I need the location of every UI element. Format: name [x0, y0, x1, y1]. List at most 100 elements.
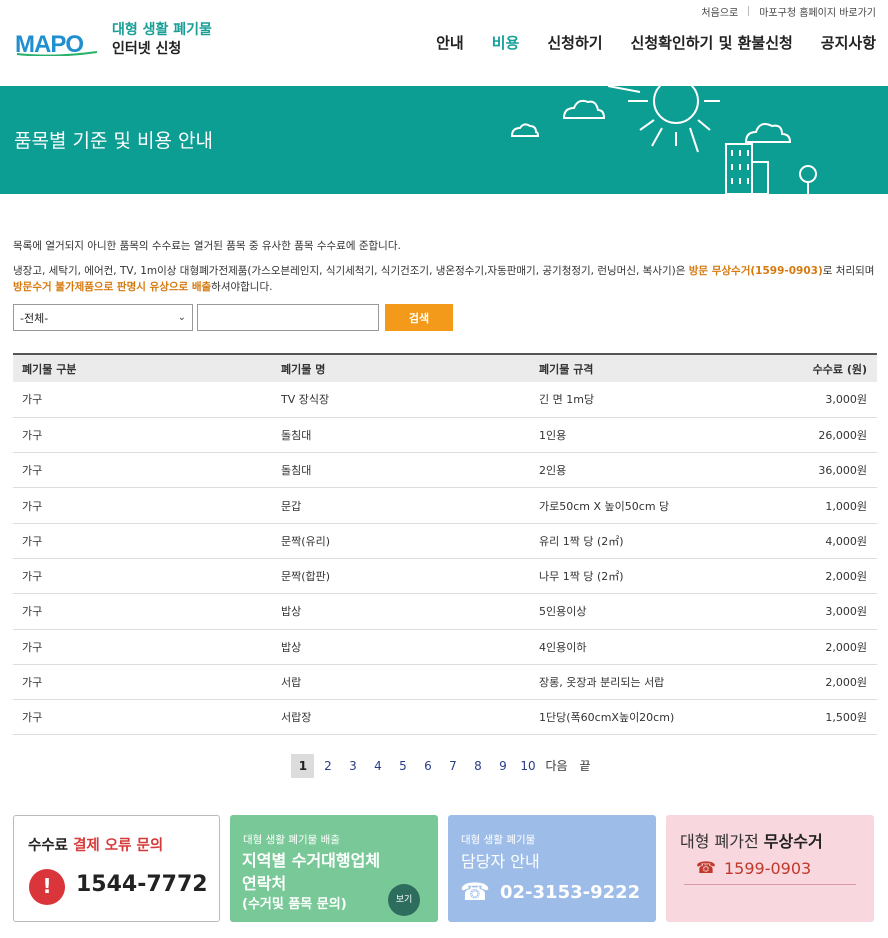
payment-error-phone: 1544-7772	[76, 872, 208, 897]
page-link-2[interactable]: 2	[316, 754, 339, 778]
page-next-link[interactable]: 다음	[541, 754, 571, 778]
cell-fee: 2,000원	[747, 629, 877, 665]
free-pickup-highlight: 방문 무상수거(1599-0903)	[688, 265, 823, 277]
table-row: 가구 밥상 5인용이상 3,000원	[13, 593, 877, 630]
col-header-name: 폐기물 명	[281, 362, 326, 376]
divider	[684, 884, 856, 885]
staff-contact-box[interactable]: 대형 생활 폐기물 담당자 안내 ☎ 02-3153-9222	[448, 815, 656, 922]
cell-spec: 긴 면 1m당	[530, 382, 747, 418]
page-link-8[interactable]: 8	[466, 754, 489, 778]
cell-category: 가구	[13, 629, 272, 665]
cell-name: 밥상	[272, 629, 530, 665]
logo-text[interactable]: 대형 생활 폐기물 인터넷 신청	[112, 21, 212, 59]
nav-item-apply[interactable]: 신청하기	[547, 32, 602, 53]
cell-name: 돌침대	[272, 452, 530, 489]
table-row: 가구 서랍 장롱, 옷장과 분리되는 서랍 2,000원	[13, 664, 877, 701]
page-link-3[interactable]: 3	[341, 754, 364, 778]
page-link-10[interactable]: 10	[516, 754, 539, 778]
cell-spec: 1단당(폭60cmX높이20cm)	[530, 699, 747, 736]
cell-fee: 26,000원	[747, 417, 877, 454]
phone-icon: ☎	[696, 858, 716, 877]
page-link-4[interactable]: 4	[366, 754, 389, 778]
staff-subtitle: 대형 생활 폐기물	[461, 834, 536, 846]
table-row: 가구 돌침대 1인용 26,000원	[13, 417, 877, 454]
cell-category: 가구	[13, 523, 272, 559]
regional-contractor-box[interactable]: 대형 생활 폐기물 배출 지역별 수거대행업체 연락처 (수거및 품목 문의) 보…	[230, 815, 438, 922]
nav-item-notice[interactable]: 공지사항	[821, 32, 876, 53]
cell-fee: 4,000원	[747, 523, 877, 559]
cell-fee: 36,000원	[747, 452, 877, 489]
cell-category: 가구	[13, 558, 272, 595]
category-select[interactable]: -전체- ⌄	[13, 304, 193, 331]
page-link-1[interactable]: 1	[291, 754, 315, 778]
table-row: 가구 돌침대 2인용 36,000원	[13, 452, 877, 489]
cell-category: 가구	[13, 452, 272, 489]
table-row: 가구 서랍장 1단당(폭60cmX높이20cm) 1,500원	[13, 699, 877, 736]
free-pickup-note: 냉장고, 세탁기, 에어컨, TV, 1m이상 대형폐가전제품(가스오븐레인지,…	[13, 263, 879, 295]
table-body: 가구 TV 장식장 긴 면 1m당 3,000원 가구 돌침대 1인용 26,000원 가구 돌침…	[13, 382, 877, 736]
cell-category: 가구	[13, 699, 272, 736]
table-row: 가구 TV 장식장 긴 면 1m당 3,000원	[13, 382, 877, 418]
cell-spec: 2인용	[530, 452, 747, 489]
page-banner: 품목별 기준 및 비용 안내	[0, 86, 888, 194]
title-highlight: 결제 오류 문의	[73, 838, 164, 854]
title-line1: 지역별 수거대행업체	[242, 851, 381, 870]
staff-title: 담당자 안내	[461, 852, 540, 871]
cell-fee: 1,500원	[747, 699, 877, 736]
cell-spec: 1인용	[530, 417, 747, 454]
free-pickup-phone: 1599-0903	[724, 859, 812, 878]
nav-item-guide[interactable]: 안내	[436, 32, 464, 53]
col-header-spec: 폐기물 규격	[539, 362, 594, 376]
nav-item-check-refund[interactable]: 신청확인하기 및 환불신청	[631, 32, 793, 53]
search-bar: -전체- ⌄ 검색	[13, 304, 453, 331]
payment-error-inquiry-box[interactable]: 수수료 결제 오류 문의 ! 1544-7772	[13, 815, 220, 922]
payment-error-title: 수수료 결제 오류 문의	[28, 834, 163, 855]
top-utility-links: 처음으로 마포구청 홈페이지 바로가기	[701, 4, 876, 19]
view-button[interactable]: 보기	[388, 884, 420, 916]
contractor-title: 지역별 수거대행업체 연락처	[242, 849, 380, 895]
divider	[748, 6, 750, 16]
page-last-link[interactable]: 끝	[574, 754, 597, 778]
warning-icon: !	[29, 869, 65, 905]
page-link-5[interactable]: 5	[391, 754, 414, 778]
table-row: 가구 문갑 가로50cm X 높이50cm 당 1,000원	[13, 487, 877, 524]
note-text: 하셔야합니다.	[211, 281, 273, 293]
table-row: 가구 문짝(합판) 나무 1짝 당 (2㎡) 2,000원	[13, 558, 877, 595]
chevron-down-icon: ⌄	[177, 312, 186, 323]
mapo-logo[interactable]: MAPO	[15, 30, 99, 56]
cell-name: 문짝(유리)	[272, 523, 530, 559]
page-link-9[interactable]: 9	[491, 754, 514, 778]
cell-fee: 2,000원	[747, 558, 877, 595]
cell-fee: 2,000원	[747, 664, 877, 701]
cell-name: 문갑	[272, 487, 530, 524]
cell-spec: 5인용이상	[530, 593, 747, 630]
cell-category: 가구	[13, 593, 272, 630]
cell-name: 돌침대	[272, 417, 530, 454]
main-nav: 안내 비용 신청하기 신청확인하기 및 환불신청 공지사항	[436, 32, 876, 53]
fee-note: 목록에 열거되지 아니한 품목의 수수료는 열거된 품목 중 유사한 품목 수수…	[13, 240, 401, 252]
search-input[interactable]	[197, 304, 379, 331]
contractor-note: (수거및 품목 문의)	[242, 897, 347, 912]
search-button[interactable]: 검색	[385, 304, 453, 331]
cell-spec: 4인용이하	[530, 629, 747, 665]
cell-category: 가구	[13, 382, 272, 418]
page-title: 품목별 기준 및 비용 안내	[14, 130, 213, 152]
free-pickup-box[interactable]: 대형 폐가전 무상수거 ☎ 1599-0903	[666, 815, 874, 922]
table-row: 가구 문짝(유리) 유리 1짝 당 (2㎡) 4,000원	[13, 523, 877, 559]
cell-name: 서랍	[272, 664, 530, 701]
nav-item-cost[interactable]: 비용	[492, 32, 520, 53]
cell-category: 가구	[13, 487, 272, 524]
mapo-homepage-link[interactable]: 마포구청 홈페이지 바로가기	[759, 4, 876, 19]
cell-name: 문짝(합판)	[272, 558, 530, 595]
page-link-6[interactable]: 6	[416, 754, 439, 778]
cell-spec: 장롱, 옷장과 분리되는 서랍	[530, 664, 747, 701]
category-select-value: -전체-	[20, 311, 49, 325]
cell-name: 밥상	[272, 593, 530, 630]
logo-line1: 대형 생활 폐기물	[112, 22, 212, 38]
col-header-category: 폐기물 구분	[22, 362, 77, 376]
page-link-7[interactable]: 7	[441, 754, 464, 778]
title-highlight: 무상수거	[763, 832, 823, 851]
home-link[interactable]: 처음으로	[701, 4, 738, 19]
header: 처음으로 마포구청 홈페이지 바로가기 MAPO 대형 생활 폐기물 인터넷 신…	[0, 0, 888, 86]
contractor-subtitle: 대형 생활 폐기물 배출	[243, 834, 340, 846]
